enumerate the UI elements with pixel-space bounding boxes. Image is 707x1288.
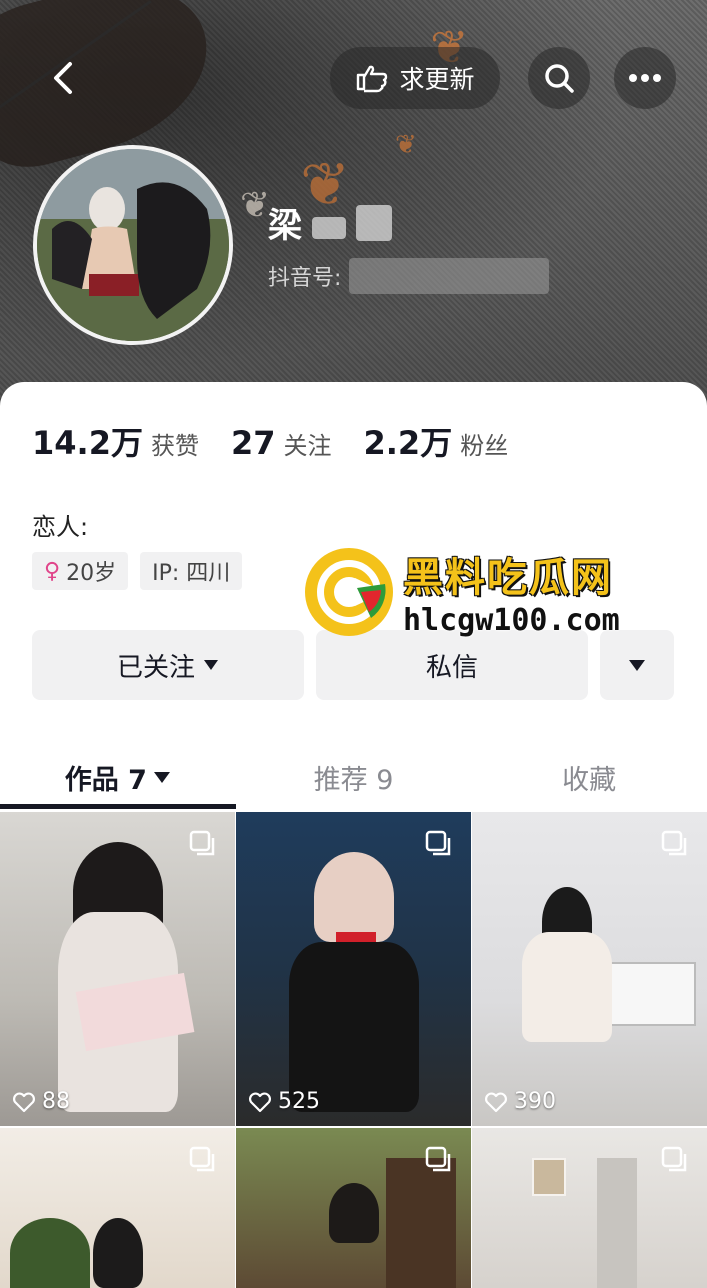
followed-label: 已关注 (116, 652, 195, 683)
post-subject (92, 1218, 143, 1288)
like-count: 88 (42, 1089, 70, 1114)
message-button[interactable]: 私信 (316, 630, 588, 700)
stat-label: 关注 (283, 432, 332, 460)
profile-tags: ♀ 20岁 IP: 四川 (32, 552, 243, 590)
profile-bio: 恋人: (32, 513, 89, 541)
stat-followers[interactable]: 2.2万 粉丝 (364, 418, 509, 464)
post-table (602, 962, 696, 1026)
stat-label: 获赞 (150, 432, 199, 460)
watermark-url: hlcgw100.com (403, 603, 620, 638)
post-thumbnail[interactable]: 390 (472, 812, 707, 1126)
tab-label: 作品 7 (64, 764, 147, 796)
post-thumbnail[interactable] (236, 1128, 471, 1288)
post-subject (313, 852, 394, 942)
message-label: 私信 (425, 652, 478, 683)
ip-location-tag: IP: 四川 (140, 552, 243, 590)
content-tabs: 作品 7 推荐 9 收藏 (0, 742, 707, 812)
avatar-image (37, 149, 229, 341)
douyin-id: 抖音号: (268, 258, 550, 294)
stat-value: 2.2万 (363, 424, 453, 462)
followed-button[interactable]: 已关注 (32, 630, 304, 700)
more-dots-icon (629, 74, 661, 82)
post-frame (532, 1158, 566, 1196)
profile-nickname: 梁 (268, 198, 392, 247)
stat-likes[interactable]: 14.2万 获赞 (32, 418, 199, 464)
hand-point-icon (357, 65, 388, 93)
profile-stats: 14.2万 获赞 27 关注 2.2万 粉丝 (32, 418, 540, 464)
profile-actions: 已关注 私信 (32, 630, 674, 700)
watermark-logo-icon (305, 547, 393, 636)
censor-mosaic (312, 216, 346, 239)
post-door (597, 1158, 637, 1288)
age-label: 20岁 (66, 561, 117, 586)
leaf-decoration: ❦ (395, 130, 417, 160)
tab-recommended[interactable]: 推荐 9 (236, 742, 472, 812)
heart-icon (13, 1092, 35, 1112)
back-button[interactable] (40, 55, 86, 101)
multi-image-icon (425, 1146, 451, 1172)
age-tag: ♀ 20岁 (32, 552, 129, 590)
post-subject (288, 942, 419, 1112)
post-like-count: 390 (484, 1089, 556, 1114)
post-plant (10, 1218, 90, 1288)
heart-icon (249, 1092, 271, 1112)
recommend-dropdown-button[interactable] (600, 630, 674, 700)
stat-label: 粉丝 (460, 432, 509, 460)
chevron-left-icon (54, 62, 72, 94)
profile-card: 14.2万 获赞 27 关注 2.2万 粉丝 恋人: ♀ 20岁 IP: 四川 … (0, 382, 707, 1288)
multi-image-icon (189, 1146, 215, 1172)
tab-favorites[interactable]: 收藏 (471, 742, 707, 812)
post-thumbnail[interactable] (0, 1128, 235, 1288)
nickname-text: 梁 (268, 206, 302, 246)
ip-location-label: IP: 四川 (152, 561, 231, 586)
search-icon (545, 64, 574, 93)
post-thumbnail[interactable] (472, 1128, 707, 1288)
post-subject (522, 932, 612, 1042)
post-like-count: 525 (248, 1089, 320, 1114)
posts-grid: 88 525 390 (0, 812, 707, 1288)
multi-image-icon (661, 830, 687, 856)
censor-mosaic (349, 258, 550, 294)
like-count: 390 (514, 1089, 556, 1114)
search-button[interactable] (528, 47, 590, 109)
active-tab-indicator (0, 804, 236, 809)
tab-label: 推荐 9 (313, 764, 394, 796)
female-icon: ♀ (44, 558, 61, 584)
watermark-title: 黑料吃瓜网 (403, 555, 613, 601)
stat-value: 14.2万 (32, 424, 143, 462)
post-thumbnail[interactable]: 525 (236, 812, 471, 1126)
multi-image-icon (189, 830, 215, 856)
caret-down-icon (204, 660, 218, 670)
tab-works[interactable]: 作品 7 (0, 742, 236, 812)
tab-label: 收藏 (562, 764, 617, 796)
leaf-decoration: ❦ (240, 185, 271, 226)
profile-avatar[interactable] (33, 145, 233, 345)
post-subject (328, 1183, 379, 1243)
multi-image-icon (661, 1146, 687, 1172)
douyin-id-label: 抖音号: (268, 266, 342, 291)
site-watermark: 黑料吃瓜网 hlcgw100.com (305, 545, 620, 638)
censor-mosaic (356, 204, 392, 241)
more-options-button[interactable] (614, 47, 676, 109)
like-count: 525 (278, 1089, 320, 1114)
caret-down-icon (153, 771, 170, 783)
post-thumbnail[interactable]: 88 (0, 812, 235, 1126)
stat-value: 27 (230, 424, 276, 462)
caret-down-icon (629, 659, 645, 671)
stat-following[interactable]: 27 关注 (231, 424, 332, 462)
request-update-button[interactable]: 求更新 (330, 47, 500, 109)
heart-icon (485, 1092, 507, 1112)
post-shelf (386, 1158, 456, 1288)
post-like-count: 88 (12, 1089, 70, 1114)
multi-image-icon (425, 830, 451, 856)
request-update-label: 求更新 (399, 65, 475, 94)
